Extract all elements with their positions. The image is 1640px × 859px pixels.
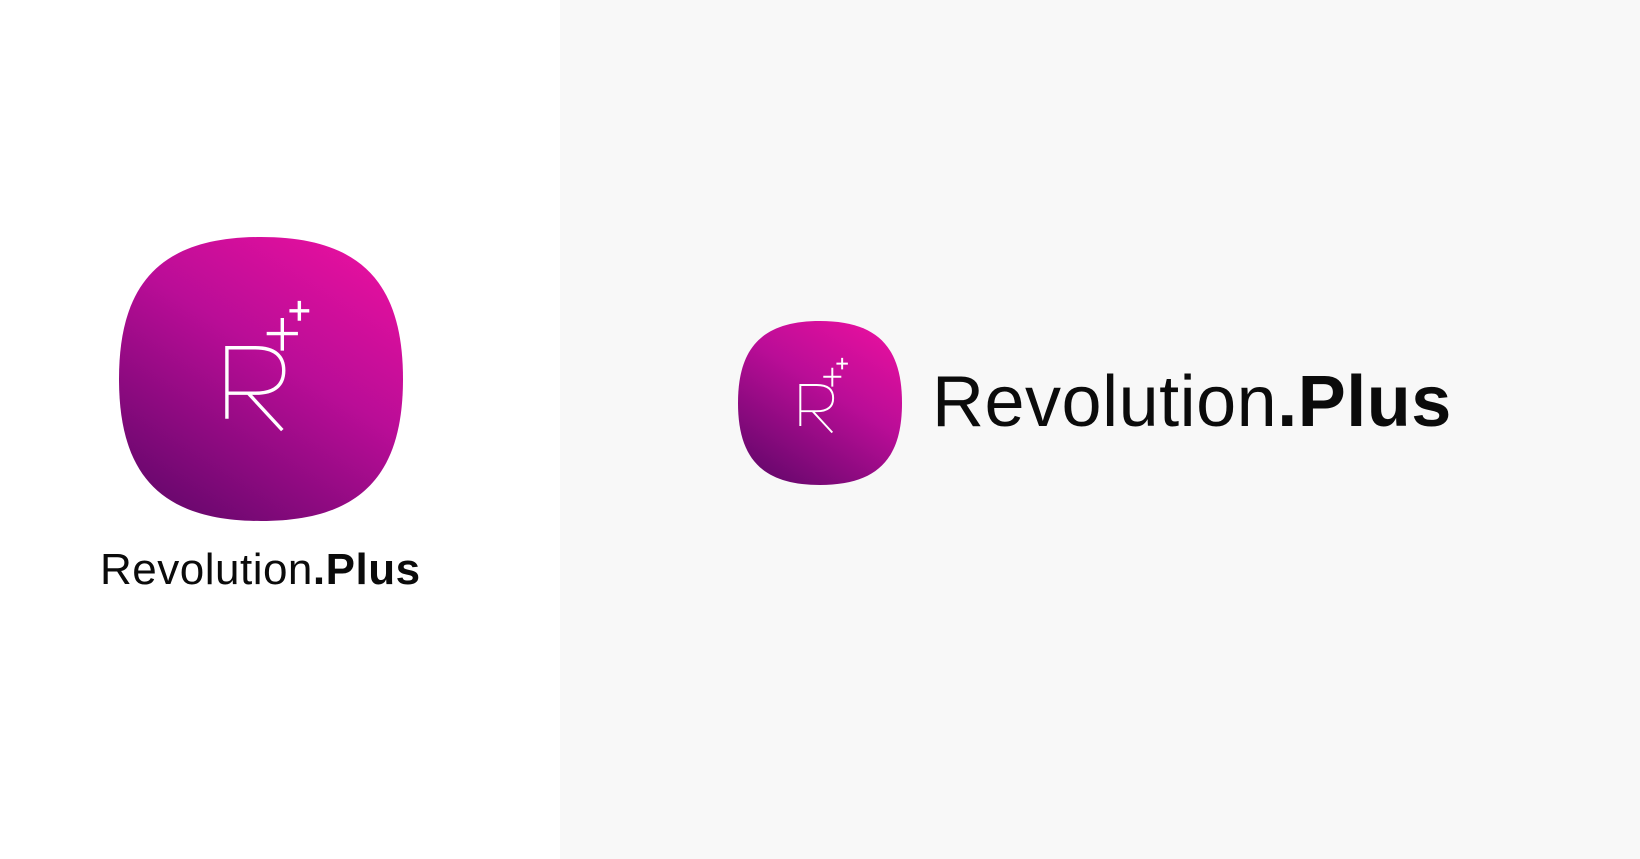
r-plus-logo-icon (738, 321, 902, 485)
wordmark-regular: Revolution (932, 362, 1278, 442)
left-logo-panel: Revolution.Plus (0, 0, 560, 859)
wordmark-bold: .Plus (1277, 362, 1452, 442)
brand-wordmark: Revolution.Plus (100, 544, 421, 596)
brand-wordmark-horizontal: Revolution.Plus (932, 360, 1452, 444)
r-plus-logo-icon (119, 237, 403, 521)
wordmark-regular: Revolution (100, 545, 313, 594)
wordmark-bold: .Plus (312, 545, 421, 594)
